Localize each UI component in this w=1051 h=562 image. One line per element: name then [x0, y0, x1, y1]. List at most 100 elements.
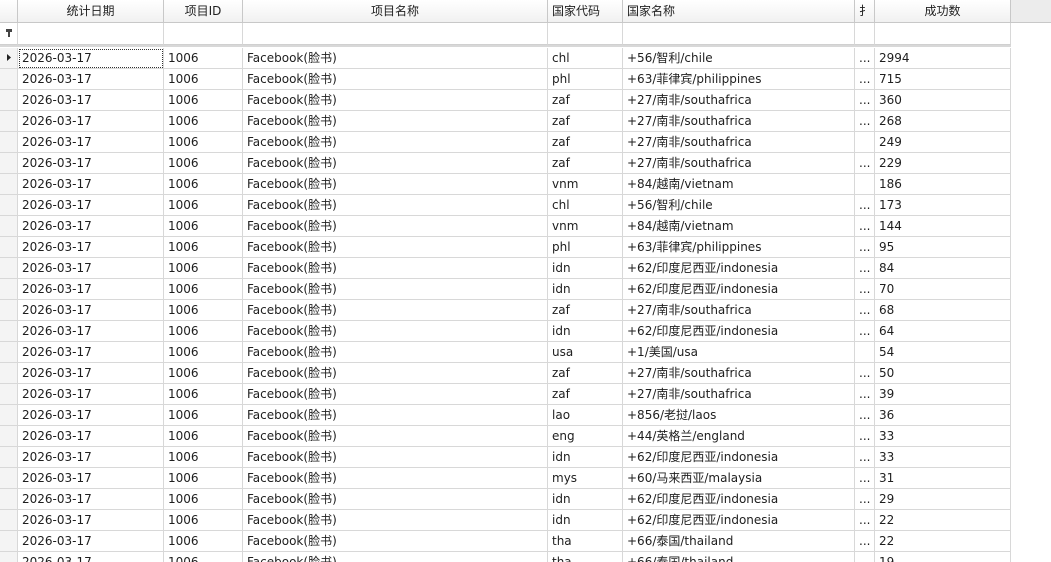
cell-project-id[interactable]: 1006	[164, 279, 243, 300]
cell-success-count[interactable]: 19	[875, 552, 1011, 562]
cell-project-name[interactable]: Facebook(脸书)	[243, 258, 548, 279]
cell-project-name[interactable]: Facebook(脸书)	[243, 552, 548, 562]
cell-project-name[interactable]: Facebook(脸书)	[243, 384, 548, 405]
cell-truncated-column[interactable]: ...	[855, 321, 875, 342]
row-indicator[interactable]	[0, 321, 18, 342]
cell-truncated-column[interactable]: ...	[855, 48, 875, 69]
table-row[interactable]: 2026-03-17 1006 Facebook(脸书) zaf +27/南非/sout…	[0, 384, 1011, 405]
cell-project-name[interactable]: Facebook(脸书)	[243, 195, 548, 216]
cell-stat-date[interactable]: 2026-03-17	[18, 447, 164, 468]
cell-country-code[interactable]: zaf	[548, 132, 623, 153]
row-indicator[interactable]	[0, 90, 18, 111]
cell-project-id[interactable]: 1006	[164, 111, 243, 132]
row-indicator[interactable]	[0, 216, 18, 237]
cell-project-name[interactable]: Facebook(脸书)	[243, 426, 548, 447]
row-indicator[interactable]	[0, 405, 18, 426]
cell-truncated-column[interactable]: ...	[855, 111, 875, 132]
cell-stat-date[interactable]: 2026-03-17	[18, 426, 164, 447]
filter-truncated-column[interactable]	[855, 23, 875, 45]
cell-truncated-column[interactable]: ...	[855, 405, 875, 426]
cell-project-name[interactable]: Facebook(脸书)	[243, 405, 548, 426]
row-indicator[interactable]	[0, 132, 18, 153]
cell-truncated-column[interactable]: ...	[855, 384, 875, 405]
row-indicator[interactable]	[0, 300, 18, 321]
cell-success-count[interactable]: 70	[875, 279, 1011, 300]
cell-project-id[interactable]: 1006	[164, 426, 243, 447]
cell-truncated-column[interactable]: ...	[855, 447, 875, 468]
cell-country-name[interactable]: +66/泰国/thailand	[623, 531, 855, 552]
cell-project-name[interactable]: Facebook(脸书)	[243, 363, 548, 384]
cell-truncated-column[interactable]	[855, 132, 875, 153]
cell-success-count[interactable]: 54	[875, 342, 1011, 363]
cell-country-name[interactable]: +27/南非/southafrica	[623, 153, 855, 174]
cell-country-code[interactable]: zaf	[548, 300, 623, 321]
cell-stat-date[interactable]: 2026-03-17	[18, 300, 164, 321]
cell-project-id[interactable]: 1006	[164, 363, 243, 384]
cell-country-code[interactable]: phl	[548, 69, 623, 90]
cell-project-id[interactable]: 1006	[164, 405, 243, 426]
cell-country-name[interactable]: +27/南非/southafrica	[623, 111, 855, 132]
cell-truncated-column[interactable]: ...	[855, 363, 875, 384]
cell-project-name[interactable]: Facebook(脸书)	[243, 90, 548, 111]
cell-truncated-column[interactable]: ...	[855, 300, 875, 321]
cell-project-id[interactable]: 1006	[164, 321, 243, 342]
cell-stat-date[interactable]: 2026-03-17	[18, 510, 164, 531]
cell-project-name[interactable]: Facebook(脸书)	[243, 48, 548, 69]
header-truncated-column[interactable]: 扌	[855, 0, 875, 23]
cell-success-count[interactable]: 31	[875, 468, 1011, 489]
cell-country-code[interactable]: phl	[548, 237, 623, 258]
cell-country-name[interactable]: +1/美国/usa	[623, 342, 855, 363]
cell-truncated-column[interactable]: ...	[855, 489, 875, 510]
cell-country-name[interactable]: +63/菲律宾/philippines	[623, 237, 855, 258]
cell-success-count[interactable]: 144	[875, 216, 1011, 237]
cell-country-code[interactable]: zaf	[548, 384, 623, 405]
table-row[interactable]: 2026-03-17 1006 Facebook(脸书) eng +44/英格兰/eng…	[0, 426, 1011, 447]
cell-country-code[interactable]: idn	[548, 489, 623, 510]
cell-stat-date[interactable]: 2026-03-17	[18, 405, 164, 426]
cell-country-code[interactable]: idn	[548, 258, 623, 279]
table-row[interactable]: 2026-03-17 1006 Facebook(脸书) zaf +27/南非/sout…	[0, 300, 1011, 321]
table-row[interactable]: 2026-03-17 1006 Facebook(脸书) zaf +27/南非/sout…	[0, 153, 1011, 174]
cell-success-count[interactable]: 64	[875, 321, 1011, 342]
cell-success-count[interactable]: 173	[875, 195, 1011, 216]
cell-stat-date[interactable]: 2026-03-17	[18, 132, 164, 153]
row-indicator[interactable]	[0, 552, 18, 562]
row-indicator[interactable]	[0, 153, 18, 174]
cell-project-id[interactable]: 1006	[164, 510, 243, 531]
table-row[interactable]: 2026-03-17 1006 Facebook(脸书) idn +62/印度尼西亚/i…	[0, 258, 1011, 279]
cell-country-code[interactable]: tha	[548, 531, 623, 552]
cell-country-name[interactable]: +84/越南/vietnam	[623, 174, 855, 195]
cell-stat-date[interactable]: 2026-03-17	[18, 384, 164, 405]
cell-truncated-column[interactable]: ...	[855, 510, 875, 531]
cell-project-id[interactable]: 1006	[164, 552, 243, 562]
cell-country-code[interactable]: tha	[548, 552, 623, 562]
cell-project-id[interactable]: 1006	[164, 48, 243, 69]
row-indicator[interactable]	[0, 174, 18, 195]
cell-country-name[interactable]: +27/南非/southafrica	[623, 384, 855, 405]
table-row[interactable]: 2026-03-17 1006 Facebook(脸书) zaf +27/南非/sout…	[0, 111, 1011, 132]
table-row[interactable]: 2026-03-17 1006 Facebook(脸书) vnm +84/越南/viet…	[0, 174, 1011, 195]
row-indicator[interactable]	[0, 237, 18, 258]
cell-truncated-column[interactable]	[855, 174, 875, 195]
cell-stat-date[interactable]: 2026-03-17	[18, 216, 164, 237]
row-indicator[interactable]	[0, 195, 18, 216]
filter-project-name[interactable]	[243, 23, 548, 45]
cell-country-code[interactable]: idn	[548, 447, 623, 468]
table-row[interactable]: 2026-03-17 1006 Facebook(脸书) lao +856/老挝/lao…	[0, 405, 1011, 426]
cell-stat-date[interactable]: 2026-03-17	[18, 531, 164, 552]
row-indicator[interactable]	[0, 69, 18, 90]
row-indicator[interactable]	[0, 258, 18, 279]
table-row[interactable]: 2026-03-17 1006 Facebook(脸书) idn +62/印度尼西亚/i…	[0, 489, 1011, 510]
header-stat-date[interactable]: 统计日期	[18, 0, 164, 23]
filter-success-count[interactable]	[875, 23, 1011, 45]
cell-stat-date[interactable]: 2026-03-17	[18, 237, 164, 258]
cell-stat-date[interactable]: 2026-03-17	[18, 468, 164, 489]
row-indicator[interactable]	[0, 447, 18, 468]
cell-project-name[interactable]: Facebook(脸书)	[243, 216, 548, 237]
cell-success-count[interactable]: 29	[875, 489, 1011, 510]
header-country-code[interactable]: 国家代码	[548, 0, 623, 23]
cell-stat-date[interactable]: 2026-03-17	[18, 174, 164, 195]
cell-country-code[interactable]: idn	[548, 510, 623, 531]
cell-truncated-column[interactable]: ...	[855, 195, 875, 216]
cell-stat-date[interactable]: 2026-03-17	[18, 321, 164, 342]
